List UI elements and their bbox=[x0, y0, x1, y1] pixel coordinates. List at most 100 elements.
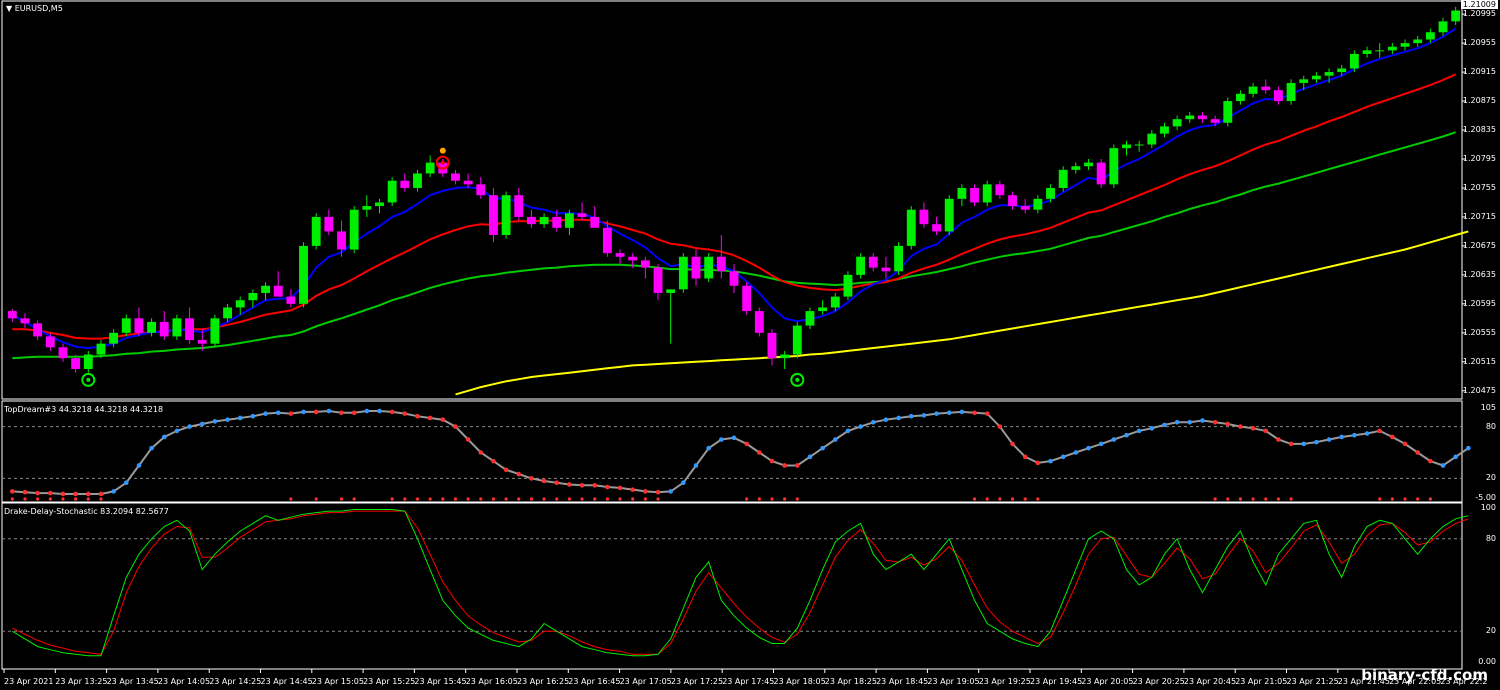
ind2-axis-label: 0.00 bbox=[1478, 657, 1496, 666]
time-axis-label: 23 Apr 16:45 bbox=[568, 677, 621, 686]
topdream-point bbox=[275, 410, 281, 416]
candle-body bbox=[185, 318, 195, 341]
candle-body bbox=[1273, 90, 1283, 102]
candle-body bbox=[628, 256, 638, 261]
candle-body bbox=[1046, 187, 1055, 199]
topdream-bottom-marker bbox=[1378, 497, 1382, 501]
indicator2-title: Drake-Delay-Stochastic 83.2094 82.5677 bbox=[4, 507, 169, 516]
ind2-axis-label: 20 bbox=[1485, 626, 1496, 636]
buy-signal-dot bbox=[86, 377, 91, 382]
symbol-title: ▼ EURUSD,M5 bbox=[6, 4, 63, 13]
topdream-point bbox=[73, 491, 78, 497]
candle-body bbox=[96, 343, 106, 355]
topdream-bottom-marker bbox=[580, 497, 584, 501]
trading-chart[interactable] bbox=[0, 0, 1500, 690]
topdream-point bbox=[465, 437, 471, 442]
topdream-bottom-marker bbox=[48, 497, 52, 501]
topdream-point bbox=[1238, 424, 1243, 429]
topdream-bottom-marker bbox=[656, 497, 660, 501]
topdream-bottom-marker bbox=[1036, 497, 1040, 501]
topdream-point bbox=[326, 408, 332, 414]
time-axis-label: 23 Apr 2021 bbox=[4, 677, 54, 686]
topdream-point bbox=[1073, 450, 1079, 455]
topdream-point bbox=[225, 417, 230, 422]
topdream-point bbox=[1326, 437, 1332, 442]
topdream-point bbox=[1390, 434, 1395, 440]
candle-body bbox=[881, 267, 891, 272]
topdream-bottom-marker bbox=[1251, 497, 1255, 501]
candle-body bbox=[311, 216, 321, 246]
topdream-point bbox=[48, 490, 53, 496]
indicator2-pane-border bbox=[1, 502, 1463, 670]
candle-body bbox=[248, 292, 258, 301]
time-axis-label: 23 Apr 15:05 bbox=[311, 677, 364, 686]
candle-body bbox=[1248, 86, 1258, 94]
price-axis-label: 1.20875 bbox=[1462, 96, 1496, 106]
topdream-point bbox=[769, 458, 775, 464]
topdream-point bbox=[60, 491, 66, 497]
topdream-point bbox=[313, 409, 319, 415]
topdream-bottom-marker bbox=[618, 497, 622, 501]
topdream-point bbox=[731, 435, 737, 441]
topdream-point bbox=[744, 441, 749, 447]
topdream-point bbox=[757, 450, 762, 455]
candle-body bbox=[640, 260, 650, 268]
topdream-point bbox=[1048, 458, 1053, 464]
topdream-point bbox=[807, 454, 813, 460]
symbol-label: EURUSD,M5 bbox=[14, 4, 63, 13]
candle-body bbox=[375, 202, 384, 207]
candle-body bbox=[235, 300, 245, 308]
topdream-bottom-marker bbox=[517, 497, 521, 501]
candle-body bbox=[1096, 162, 1106, 185]
candle-body bbox=[451, 173, 460, 181]
candle-body bbox=[1337, 68, 1347, 73]
topdream-point bbox=[1339, 434, 1345, 440]
stochastic-main-line bbox=[12, 509, 1469, 657]
topdream-point bbox=[427, 415, 433, 421]
topdream-bottom-marker bbox=[985, 497, 989, 501]
topdream-point bbox=[719, 437, 724, 442]
candle-body bbox=[362, 206, 372, 210]
topdream-bottom-marker bbox=[643, 497, 647, 501]
topdream-point bbox=[959, 409, 965, 415]
candle-body bbox=[1299, 79, 1309, 83]
topdream-point bbox=[250, 413, 256, 419]
time-axis-label: 23 Apr 19:45 bbox=[1030, 677, 1083, 686]
candle-body bbox=[299, 245, 308, 304]
topdream-point bbox=[706, 445, 711, 451]
candle-body bbox=[716, 256, 726, 272]
dropdown-arrow-icon[interactable]: ▼ bbox=[6, 4, 12, 13]
topdream-point bbox=[1200, 418, 1205, 423]
topdream-point bbox=[1314, 439, 1319, 445]
ma-red-line bbox=[12, 73, 1457, 340]
topdream-bottom-marker bbox=[352, 497, 356, 501]
topdream-point bbox=[1124, 432, 1129, 438]
candle-body bbox=[1020, 206, 1030, 210]
topdream-point bbox=[630, 487, 636, 492]
time-axis-label: 23 Apr 17:05 bbox=[619, 677, 672, 686]
candle-body bbox=[818, 307, 828, 312]
time-axis-label: 23 Apr 18:45 bbox=[876, 677, 929, 686]
topdream-point bbox=[1162, 422, 1167, 428]
topdream-point bbox=[820, 445, 825, 451]
topdream-point bbox=[1022, 454, 1028, 460]
topdream-bottom-marker bbox=[314, 497, 318, 501]
candle-body bbox=[1008, 195, 1017, 207]
candle-body bbox=[982, 184, 992, 203]
topdream-bottom-marker bbox=[745, 497, 749, 501]
price-axis-label: 1.20515 bbox=[1462, 356, 1496, 366]
time-axis-label: 23 Apr 21:05 bbox=[1235, 677, 1288, 686]
topdream-point bbox=[237, 415, 243, 421]
topdream-point bbox=[1225, 421, 1231, 427]
topdream-point bbox=[579, 483, 585, 488]
topdream-point bbox=[187, 424, 192, 429]
topdream-point bbox=[1035, 460, 1041, 466]
candle-body bbox=[868, 256, 878, 268]
topdream-point bbox=[212, 419, 218, 424]
topdream-point bbox=[1440, 463, 1446, 468]
candle-body bbox=[1223, 101, 1233, 123]
candle-body bbox=[1198, 115, 1207, 120]
candle-body bbox=[1185, 115, 1195, 120]
topdream-point bbox=[681, 480, 686, 486]
topdream-point bbox=[908, 413, 914, 419]
